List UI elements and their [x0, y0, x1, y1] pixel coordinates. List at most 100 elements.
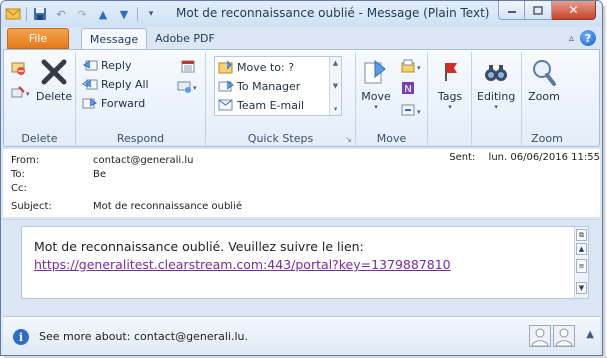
more-respond-icon[interactable]	[176, 78, 192, 94]
meeting-icon[interactable]	[180, 58, 196, 74]
actions-icon[interactable]	[400, 102, 416, 118]
help-icon[interactable]: ?	[580, 30, 596, 46]
subject-label: Subject:	[11, 201, 52, 212]
minimize-button[interactable]	[498, 1, 525, 20]
tags-button[interactable]: Tags ▾	[434, 56, 466, 111]
scroll-up-icon[interactable]: ▲	[333, 59, 338, 67]
reply-all-label: Reply All	[101, 77, 149, 91]
ribbon: ▾ Delete Delete Reply Reply All Forward …	[3, 49, 600, 147]
split-view-icon[interactable]: ⧉	[576, 229, 587, 241]
collapse-ribbon-icon[interactable]: ▵	[569, 33, 574, 44]
reply-all-button[interactable]: Reply All	[82, 75, 149, 93]
sent-value: lun. 06/06/2016 11:55	[488, 152, 600, 163]
save-icon[interactable]	[32, 6, 48, 22]
undo-icon[interactable]: ↶	[53, 6, 69, 22]
scroll-down-icon[interactable]: ▼	[333, 82, 338, 90]
quick-steps-scrollbar[interactable]: ▲ ▼ ▾	[329, 57, 341, 115]
quick-step-team-email[interactable]: Team E-mail	[218, 96, 304, 114]
tags-group: Tags ▾	[428, 52, 472, 146]
cleanup-icon[interactable]	[10, 84, 26, 100]
move-dropdown-icon: ▾	[374, 103, 378, 111]
to-label: To:	[11, 169, 25, 180]
header-divider	[3, 219, 600, 220]
avatar[interactable]	[553, 325, 575, 347]
sent-label: Sent:	[449, 152, 476, 163]
message-body-text: Mot de reconnaissance oublié. Veuillez s…	[34, 238, 451, 274]
maximize-button[interactable]	[525, 1, 552, 20]
delete-button-label: Delete	[36, 90, 73, 103]
quick-step-label: Team E-mail	[237, 98, 305, 112]
respond-group-label: Respond	[116, 132, 165, 145]
rules-dropdown-icon[interactable]: ▾	[417, 64, 421, 72]
binoculars-icon	[480, 56, 512, 88]
forward-label: Forward	[101, 96, 146, 110]
expand-people-pane-icon[interactable]: ▲	[586, 329, 594, 340]
title-bar: ↶ ↷ ▲ ▼ ▾ Mot de reconnaissance oublié -…	[1, 1, 602, 27]
flag-icon	[434, 56, 466, 88]
to-manager-icon	[218, 78, 234, 94]
quick-steps-gallery: Move to: ? To Manager Team E-mail ▲ ▼ ▾	[214, 56, 342, 116]
zoom-group: Zoom Zoom	[522, 52, 572, 146]
subject-row: Subject: Mot de reconnaissance oublié	[11, 201, 242, 214]
move-group: Move ▾ ▾ N ▾ Move	[356, 52, 428, 146]
editing-button[interactable]: Editing ▾	[477, 56, 515, 111]
ignore-icon[interactable]	[10, 60, 26, 76]
editing-dropdown-icon: ▾	[494, 103, 498, 111]
scroll-up-button[interactable]: ▲	[576, 243, 587, 255]
rules-icon[interactable]	[400, 58, 416, 74]
ribbon-tabs: File Message Adobe PDF ▵ ?	[1, 27, 602, 50]
body-scrollbar[interactable]: ⧉ ▲ ≡ ▼	[574, 227, 588, 298]
delete-button[interactable]: Delete	[36, 56, 72, 103]
quick-steps-group-label: Quick Steps	[247, 132, 314, 145]
avatar[interactable]	[529, 325, 551, 347]
cc-row: Cc:	[11, 183, 93, 196]
zoom-group-label: Zoom	[531, 132, 563, 145]
zoom-label: Zoom	[528, 90, 560, 103]
minimize-icon	[507, 11, 516, 13]
cleanup-dropdown-icon[interactable]: ▾	[26, 90, 30, 98]
ribbon-controls: ▵ ?	[569, 30, 596, 46]
zoom-button[interactable]: Zoom	[528, 56, 560, 103]
previous-item-icon[interactable]: ▲	[95, 6, 111, 22]
tab-file[interactable]: File	[7, 28, 69, 49]
message-header: From: contact@generali.lu To: Be Cc: Sub…	[3, 149, 600, 217]
reply-button[interactable]: Reply	[82, 56, 131, 74]
scroll-down-button[interactable]: ▼	[576, 282, 587, 294]
tab-message[interactable]: Message	[81, 28, 147, 50]
outlook-message-window: ↶ ↷ ▲ ▼ ▾ Mot de reconnaissance oublié -…	[0, 0, 603, 356]
person-icon	[555, 328, 573, 346]
move-group-label: Move	[376, 132, 407, 145]
to-value[interactable]: Be	[93, 169, 106, 182]
mail-app-icon[interactable]	[5, 6, 21, 22]
info-icon: i	[13, 329, 29, 345]
svg-text:N: N	[404, 84, 411, 95]
tags-dropdown-icon: ▾	[448, 103, 452, 111]
see-more-about[interactable]: See more about: contact@generali.lu.	[39, 330, 248, 343]
quick-steps-group: Move to: ? To Manager Team E-mail ▲ ▼ ▾ …	[206, 52, 356, 146]
maximize-icon	[533, 5, 543, 15]
gallery-expand-icon[interactable]: ▾	[334, 105, 338, 113]
from-value[interactable]: contact@generali.lu	[93, 155, 194, 168]
quick-step-move-to[interactable]: Move to: ?	[218, 58, 294, 76]
customize-toolbar-icon[interactable]: ▾	[143, 6, 159, 22]
tab-adobe-pdf[interactable]: Adobe PDF	[151, 28, 219, 49]
move-to-folder-icon	[218, 59, 234, 75]
actions-dropdown-icon[interactable]: ▾	[417, 108, 421, 116]
editing-group: Editing ▾	[472, 52, 522, 146]
scroll-thumb[interactable]: ≡	[576, 259, 587, 273]
next-item-icon[interactable]: ▼	[116, 6, 132, 22]
quick-step-label: To Manager	[237, 79, 301, 93]
from-row: From: contact@generali.lu	[11, 155, 194, 168]
message-body[interactable]: Mot de reconnaissance oublié. Veuillez s…	[21, 226, 589, 299]
window-title: Mot de reconnaissance oublié - Message (…	[176, 6, 490, 20]
move-button[interactable]: Move ▾	[360, 56, 392, 111]
more-respond-dropdown-icon[interactable]: ▾	[193, 84, 197, 92]
reply-all-icon	[82, 76, 98, 92]
redo-icon[interactable]: ↷	[74, 6, 90, 22]
quick-step-to-manager[interactable]: To Manager	[218, 77, 300, 95]
onenote-icon[interactable]: N	[400, 80, 416, 96]
close-button[interactable]: ✕	[552, 1, 596, 20]
forward-button[interactable]: Forward	[82, 94, 145, 112]
reply-label: Reply	[101, 58, 132, 72]
message-body-link[interactable]: https://generalitest.clearstream.com:443…	[34, 256, 451, 274]
